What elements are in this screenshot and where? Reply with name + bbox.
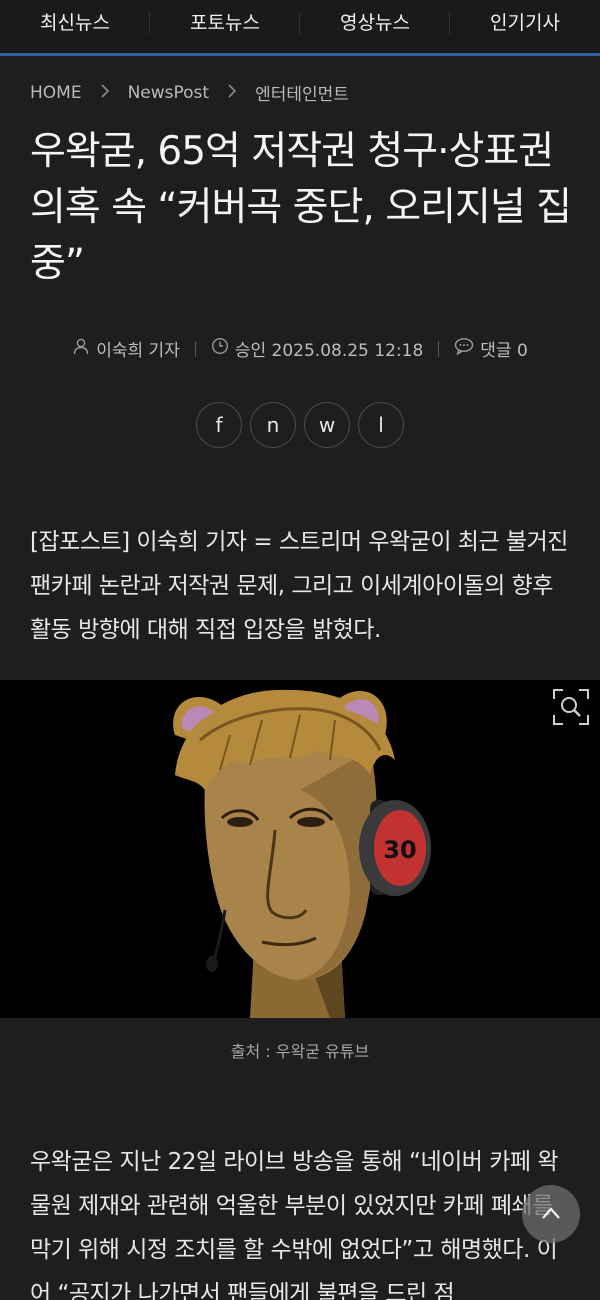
approval-time: 승인 2025.08.25 12:18 xyxy=(211,336,423,361)
comment-count[interactable]: 댓글 0 xyxy=(454,336,528,361)
share-naver-button[interactable]: n xyxy=(250,402,296,448)
author-name[interactable]: 이숙희 기자 xyxy=(96,336,180,361)
article-lead: [잡포스트] 이숙희 기자 = 스트리머 우왁굳이 최근 불거진 팬카페 논란과… xyxy=(30,529,568,643)
chevron-up-icon xyxy=(541,1205,561,1224)
person-icon xyxy=(72,337,96,360)
cartoon-portrait: 30 xyxy=(0,680,600,1018)
chevron-right-icon xyxy=(227,83,237,102)
nav-photo-news[interactable]: 포토뉴스 xyxy=(150,0,300,53)
comment-icon xyxy=(454,337,480,360)
approval-date: 승인 2025.08.25 12:18 xyxy=(234,341,424,361)
article-meta: 이숙희 기자 승인 2025.08.25 12:18 댓글 0 xyxy=(0,336,600,361)
share-link-button[interactable]: l xyxy=(358,402,404,448)
image-caption: 출처 : 우왁굳 유튜브 xyxy=(230,1042,370,1061)
scroll-top-button[interactable] xyxy=(522,1185,580,1243)
share-facebook-button[interactable]: f xyxy=(196,402,242,448)
nav-popular-news[interactable]: 인기기사 xyxy=(450,0,600,53)
breadcrumb-section[interactable]: NewsPost xyxy=(128,83,210,103)
top-nav: 최신뉴스 포토뉴스 영상뉴스 인기기사 xyxy=(0,0,600,56)
breadcrumb-home[interactable]: HOME xyxy=(30,83,82,103)
article-title: 우왁굳, 65억 저작권 청구·상표권 의혹 속 “커버곡 중단, 오리지널 집… xyxy=(30,129,572,286)
comment-label: 댓글 0 xyxy=(480,341,528,361)
share-web-button[interactable]: w xyxy=(304,402,350,448)
zoom-icon[interactable] xyxy=(552,688,590,726)
share-buttons: f n w l xyxy=(0,402,600,448)
nav-latest-news[interactable]: 최신뉴스 xyxy=(0,0,150,53)
author-info: 이숙희 기자 xyxy=(72,336,180,361)
article-image[interactable]: 30 xyxy=(0,680,600,1018)
nav-video-news[interactable]: 영상뉴스 xyxy=(300,0,450,53)
clock-icon xyxy=(211,337,235,360)
chevron-right-icon xyxy=(100,83,110,102)
breadcrumb-category[interactable]: 엔터테인먼트 xyxy=(255,80,349,105)
meta-divider xyxy=(194,340,196,357)
article-body: 우왁굳은 지난 22일 라이브 방송을 통해 “네이버 카페 왁물원 제재와 관… xyxy=(30,1149,559,1300)
headphone-label: 30 xyxy=(383,836,416,864)
meta-divider xyxy=(438,340,440,357)
breadcrumb: HOME NewsPost 엔터테인먼트 xyxy=(30,80,349,106)
